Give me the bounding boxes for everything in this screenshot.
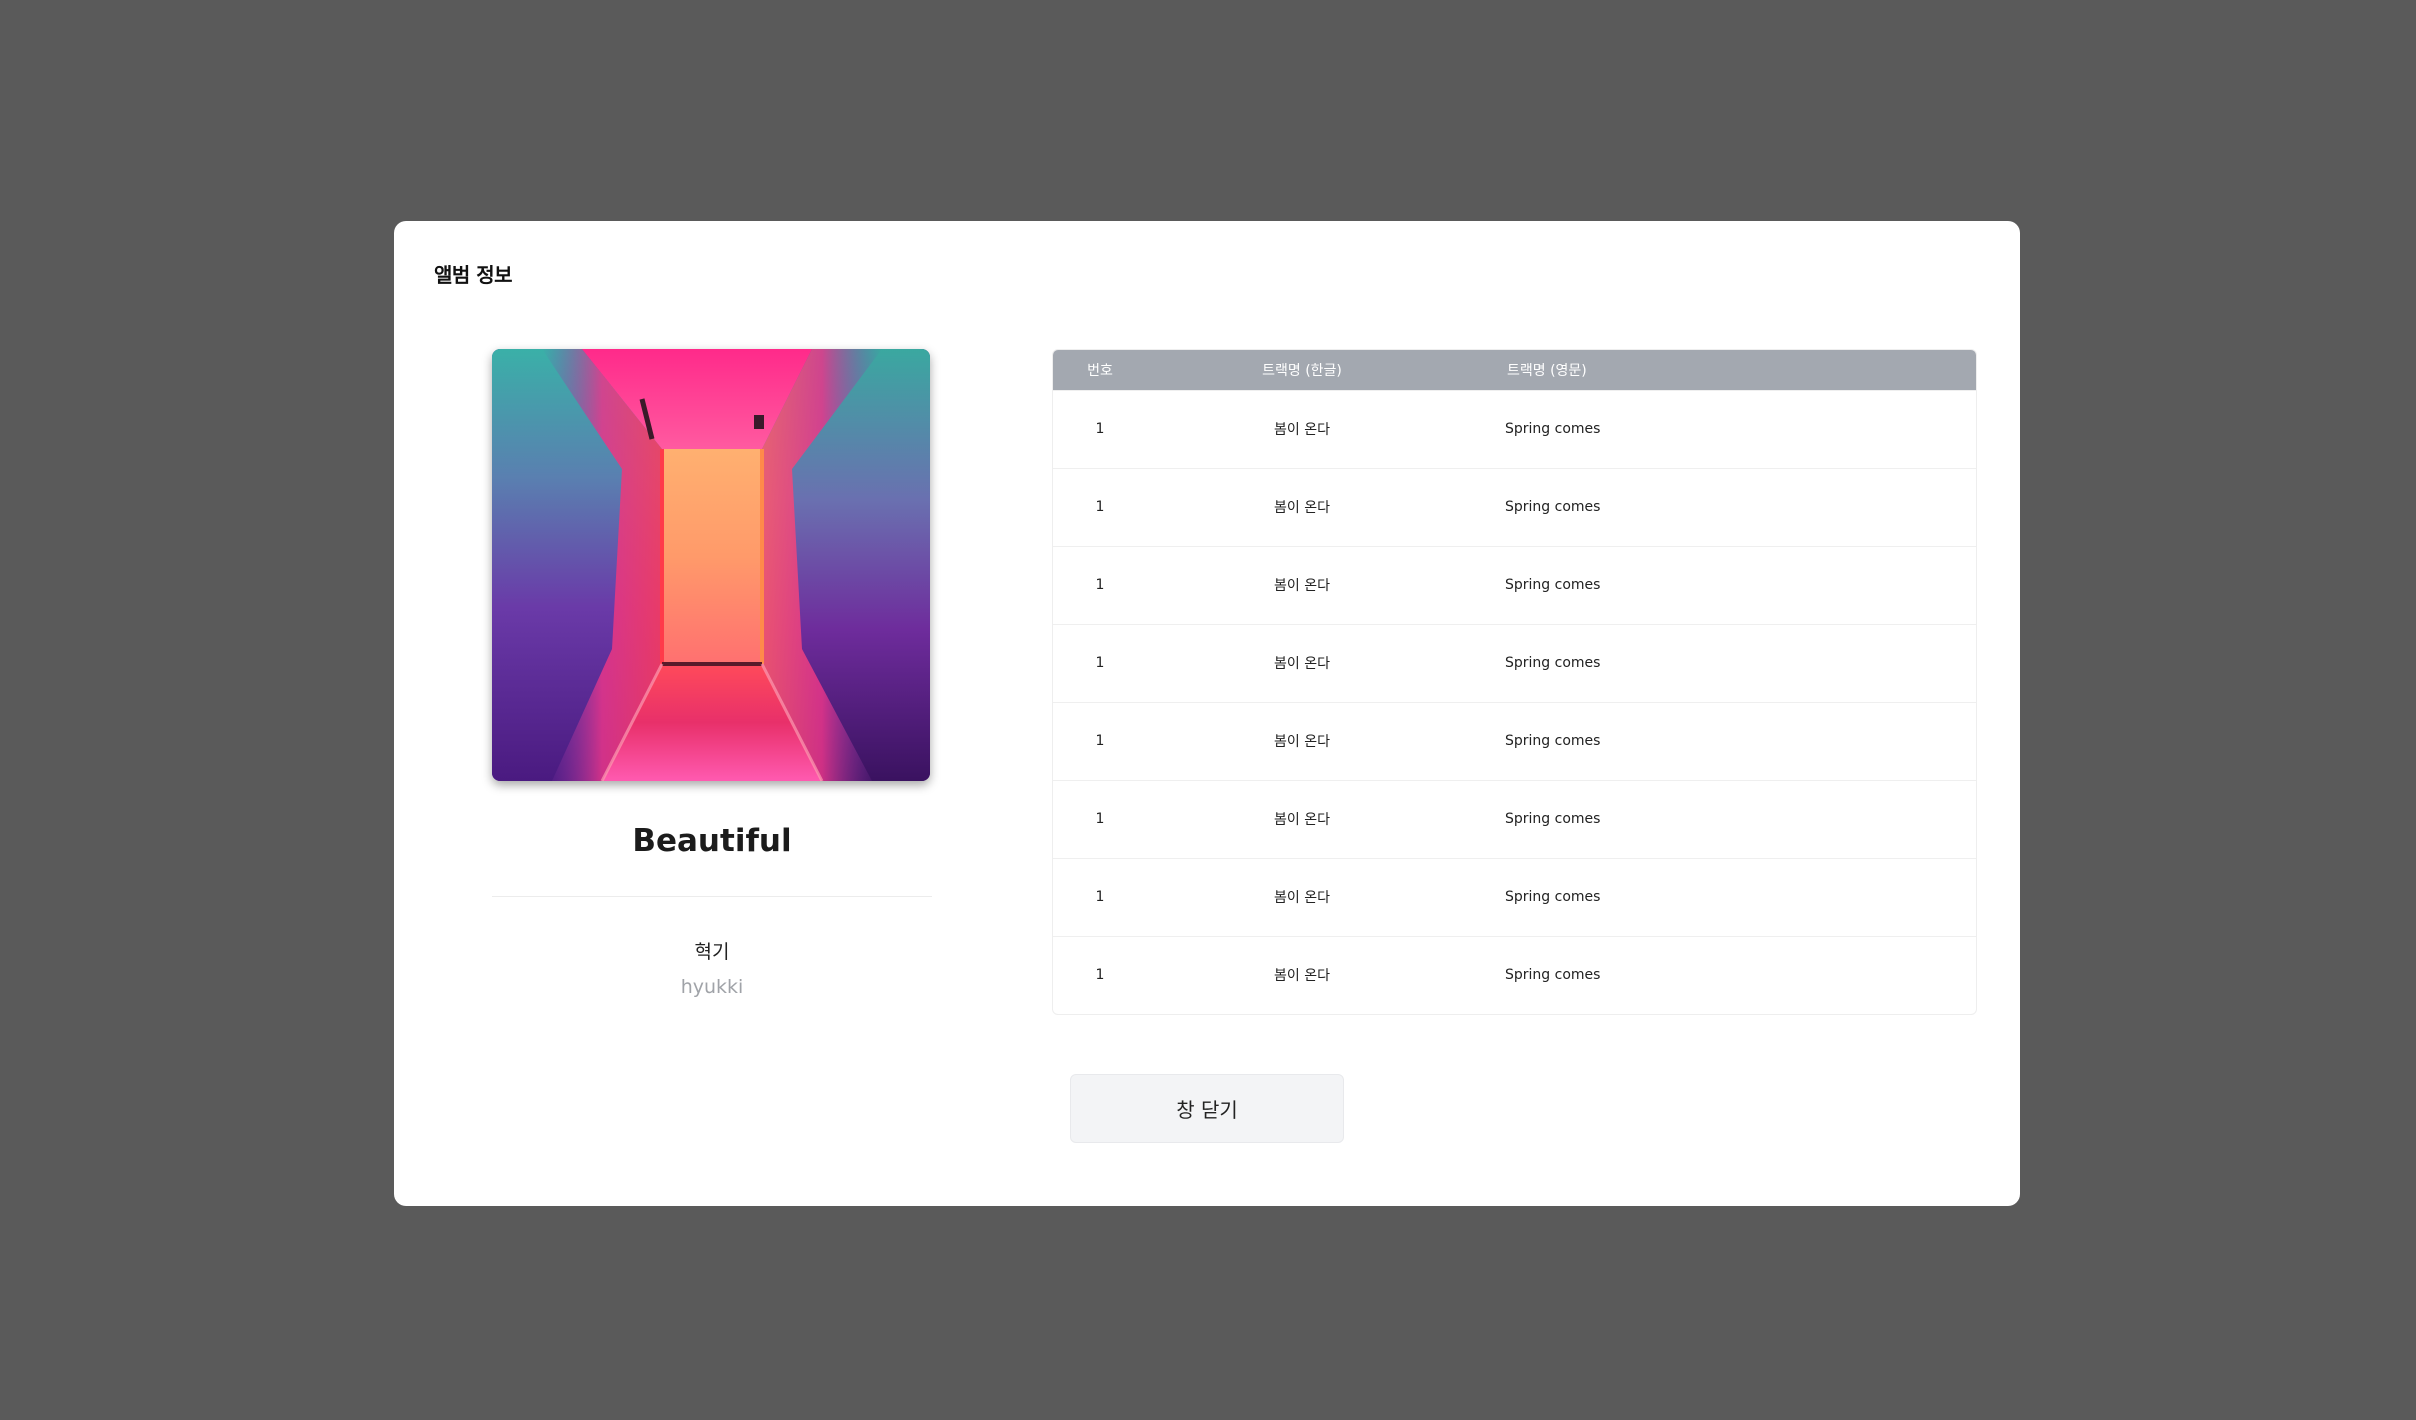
- table-row[interactable]: 1 봄이 온다 Spring comes: [1053, 857, 1976, 936]
- artist-name-korean: 혁기: [694, 941, 730, 963]
- table-header-row: 번호 트랙명 (한글) 트랙명 (영문): [1053, 350, 1976, 390]
- track-title-korean: 봄이 온다: [1147, 389, 1457, 468]
- track-title-korean: 봄이 온다: [1147, 857, 1457, 936]
- close-window-button[interactable]: 창 닫기: [1070, 1074, 1344, 1143]
- track-title-english: Spring comes: [1457, 701, 1976, 780]
- track-number: 1: [1053, 389, 1147, 468]
- track-number: 1: [1053, 935, 1147, 1014]
- track-number: 1: [1053, 857, 1147, 936]
- track-number: 1: [1053, 467, 1147, 546]
- column-header-title-korean: 트랙명 (한글): [1262, 362, 1342, 379]
- track-list-table: 번호 트랙명 (한글) 트랙명 (영문) 1 봄이 온다 Spring come…: [1052, 349, 1977, 1015]
- table-row[interactable]: 1 봄이 온다 Spring comes: [1053, 389, 1976, 468]
- track-number: 1: [1053, 623, 1147, 702]
- track-title-english: Spring comes: [1457, 623, 1976, 702]
- track-title-english: Spring comes: [1457, 779, 1976, 858]
- table-row[interactable]: 1 봄이 온다 Spring comes: [1053, 623, 1976, 702]
- table-row[interactable]: 1 봄이 온다 Spring comes: [1053, 467, 1976, 546]
- track-number: 1: [1053, 545, 1147, 624]
- track-title-english: Spring comes: [1457, 389, 1976, 468]
- track-title-korean: 봄이 온다: [1147, 935, 1457, 1014]
- table-row[interactable]: 1 봄이 온다 Spring comes: [1053, 701, 1976, 780]
- table-row[interactable]: 1 봄이 온다 Spring comes: [1053, 935, 1976, 1014]
- table-row[interactable]: 1 봄이 온다 Spring comes: [1053, 545, 1976, 624]
- album-cover-image: [492, 349, 930, 781]
- album-title: Beautiful: [632, 823, 792, 859]
- album-panel: Beautiful 혁기 hyukki: [492, 349, 932, 998]
- track-number: 1: [1053, 779, 1147, 858]
- track-title-english: Spring comes: [1457, 545, 1976, 624]
- track-title-korean: 봄이 온다: [1147, 545, 1457, 624]
- modal-title: 앨범 정보: [434, 263, 513, 287]
- table-row[interactable]: 1 봄이 온다 Spring comes: [1053, 779, 1976, 858]
- track-title-korean: 봄이 온다: [1147, 623, 1457, 702]
- divider: [492, 896, 932, 897]
- track-title-korean: 봄이 온다: [1147, 467, 1457, 546]
- track-title-english: Spring comes: [1457, 935, 1976, 1014]
- track-title-english: Spring comes: [1457, 857, 1976, 936]
- track-title-korean: 봄이 온다: [1147, 779, 1457, 858]
- track-number: 1: [1053, 701, 1147, 780]
- track-title-english: Spring comes: [1457, 467, 1976, 546]
- track-title-korean: 봄이 온다: [1147, 701, 1457, 780]
- column-header-title-english: 트랙명 (영문): [1507, 362, 1587, 379]
- artist-name-english: hyukki: [680, 976, 744, 998]
- column-header-number: 번호: [1087, 362, 1113, 379]
- album-info-modal: 앨범 정보 Beautiful 혁기 hyukki 번호 트랙명 (한글) 트랙…: [394, 221, 2020, 1206]
